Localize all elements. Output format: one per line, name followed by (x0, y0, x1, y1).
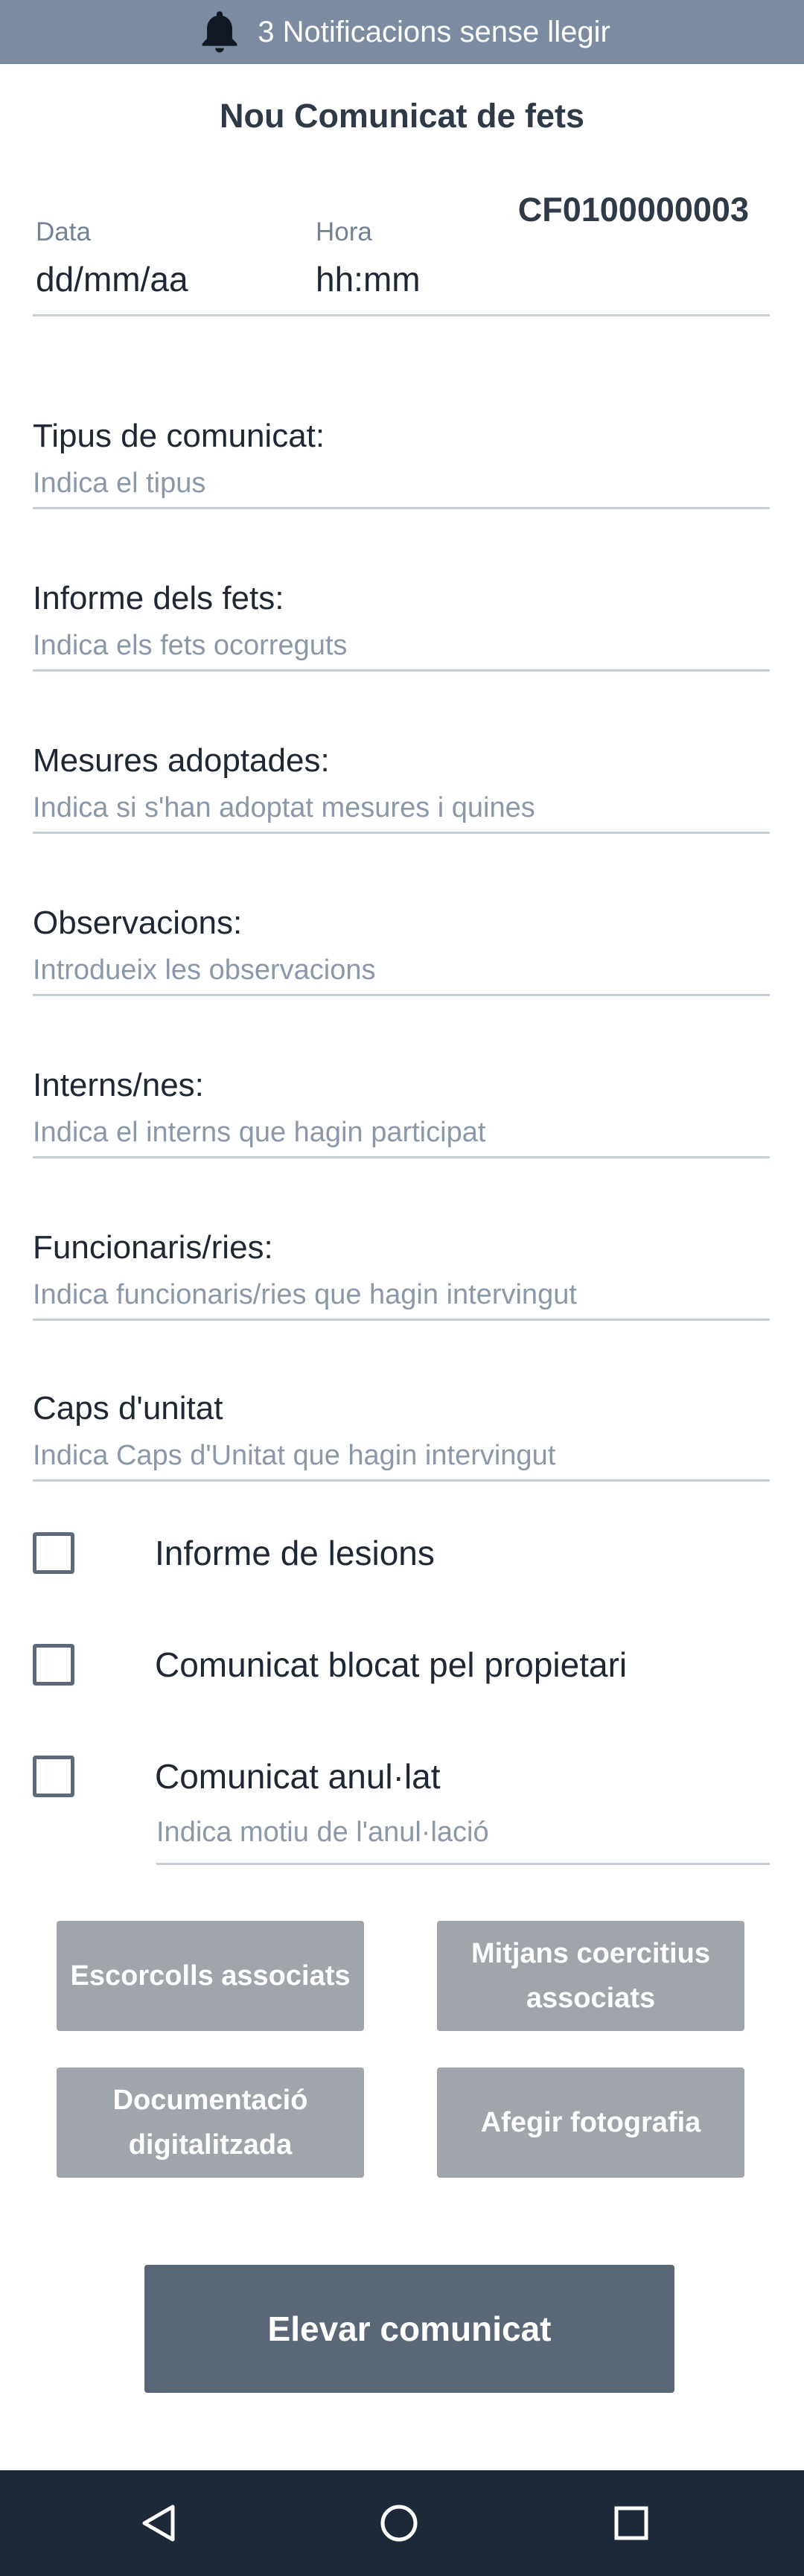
field-underline (33, 1156, 770, 1158)
field-underline (33, 1319, 770, 1321)
measures-input[interactable]: Indica si s'han adoptat mesures i quines (33, 791, 770, 825)
page-title: Nou Comunicat de fets (219, 97, 585, 135)
report-type-label: Tipus de comunicat: (33, 418, 325, 454)
unit-heads-field[interactable]: Caps d'unitat Indica Caps d'Unitat que h… (33, 1389, 770, 1482)
home-button[interactable] (347, 2470, 451, 2576)
coercive-means-button[interactable]: Mitjans coercitius associats (437, 1921, 744, 2031)
home-circle-icon (380, 2505, 418, 2542)
annulled-label: Comunicat anul·lat (155, 1757, 441, 1796)
observations-field[interactable]: Observacions: Introdueix les observacion… (33, 904, 770, 996)
injury-report-checkbox[interactable] (33, 1532, 74, 1574)
back-button[interactable] (107, 2470, 211, 2576)
blocked-by-owner-row[interactable]: Comunicat blocat pel propietari (33, 1644, 627, 1686)
back-triangle-icon (142, 2505, 175, 2542)
add-photo-button[interactable]: Afegir fotografia (437, 2068, 744, 2178)
observations-input[interactable]: Introdueix les observacions (33, 953, 770, 987)
notification-count-text: 3 Notificacions sense llegir (258, 15, 610, 48)
inmates-field[interactable]: Interns/nes: Indica el interns que hagin… (33, 1066, 770, 1158)
injury-report-label: Informe de lesions (155, 1534, 435, 1572)
officials-input[interactable]: Indica funcionaris/ries que hagin interv… (33, 1278, 770, 1312)
time-label: Hora (316, 217, 372, 246)
inmates-input[interactable]: Indica el interns que hagin participat (33, 1115, 770, 1150)
navigation-bar (0, 2470, 804, 2576)
inmates-label: Interns/nes: (33, 1067, 204, 1103)
annulment-reason-input[interactable]: Indica motiu de l'anul·lació (156, 1817, 489, 1848)
field-underline (33, 832, 770, 834)
digitized-documents-button[interactable]: Documentació digitalitzada (57, 2068, 364, 2178)
annulment-reason-field[interactable]: Indica motiu de l'anul·lació (156, 1817, 770, 1865)
measures-field[interactable]: Mesures adoptades: Indica si s'han adopt… (33, 742, 770, 834)
unit-heads-label: Caps d'unitat (33, 1390, 223, 1426)
annulled-row[interactable]: Comunicat anul·lat (33, 1756, 441, 1797)
facts-report-label: Informe dels fets: (33, 580, 284, 616)
report-type-field[interactable]: Tipus de comunicat: Indica el tipus (33, 417, 770, 509)
unit-heads-input[interactable]: Indica Caps d'Unitat que hagin interving… (33, 1438, 770, 1473)
blocked-by-owner-label: Comunicat blocat pel propietari (155, 1645, 628, 1684)
date-label: Data (36, 217, 91, 246)
field-underline (33, 994, 770, 996)
record-code: CF0100000003 (517, 191, 749, 229)
field-underline (33, 507, 770, 509)
associated-searches-button[interactable]: Escorcolls associats (57, 1921, 364, 2031)
datetime-underline (33, 314, 770, 316)
recents-button[interactable] (579, 2470, 683, 2576)
field-underline (156, 1863, 770, 1865)
bell-icon (202, 11, 237, 53)
report-type-input[interactable]: Indica el tipus (33, 466, 770, 500)
measures-label: Mesures adoptades: (33, 742, 330, 779)
recents-square-icon (614, 2506, 648, 2540)
officials-label: Funcionaris/ries: (33, 1229, 273, 1266)
officials-field[interactable]: Funcionaris/ries: Indica funcionaris/rie… (33, 1228, 770, 1321)
notification-bar[interactable]: 3 Notificacions sense llegir (0, 0, 804, 64)
date-field[interactable]: dd/mm/aa (36, 259, 188, 299)
blocked-by-owner-checkbox[interactable] (33, 1644, 74, 1686)
submit-report-button[interactable]: Elevar comunicat (144, 2265, 674, 2393)
time-field[interactable]: hh:mm (316, 259, 421, 299)
facts-report-field[interactable]: Informe dels fets: Indica els fets ocorr… (33, 579, 770, 672)
injury-report-row[interactable]: Informe de lesions (33, 1532, 435, 1574)
annulled-checkbox[interactable] (33, 1756, 74, 1797)
field-underline (33, 669, 770, 672)
facts-report-input[interactable]: Indica els fets ocorreguts (33, 628, 770, 663)
observations-label: Observacions: (33, 905, 243, 941)
field-underline (33, 1479, 770, 1482)
